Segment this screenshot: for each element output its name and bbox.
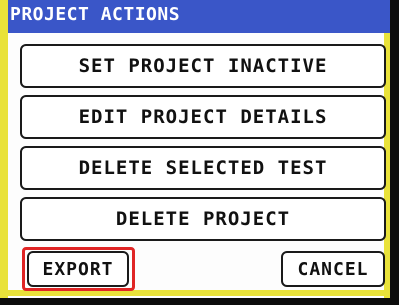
edit-project-details-button[interactable]: EDIT PROJECT DETAILS [20, 95, 386, 139]
button-label: SET PROJECT INACTIVE [78, 55, 328, 77]
project-actions-screen: PROJECT ACTIONS SET PROJECT INACTIVE EDI… [0, 0, 399, 305]
button-label: EXPORT [42, 258, 114, 280]
set-project-inactive-button[interactable]: SET PROJECT INACTIVE [20, 44, 386, 88]
export-button[interactable]: EXPORT [27, 251, 129, 287]
dialog-title: PROJECT ACTIONS [10, 4, 181, 25]
button-label: DELETE SELECTED TEST [78, 157, 328, 179]
button-label: CANCEL [297, 258, 369, 280]
delete-project-button[interactable]: DELETE PROJECT [20, 197, 386, 241]
title-bar: PROJECT ACTIONS [0, 0, 390, 33]
button-label: DELETE PROJECT [115, 208, 291, 230]
button-label: EDIT PROJECT DETAILS [78, 106, 328, 128]
cancel-button[interactable]: CANCEL [281, 251, 385, 287]
delete-selected-test-button[interactable]: DELETE SELECTED TEST [20, 146, 386, 190]
